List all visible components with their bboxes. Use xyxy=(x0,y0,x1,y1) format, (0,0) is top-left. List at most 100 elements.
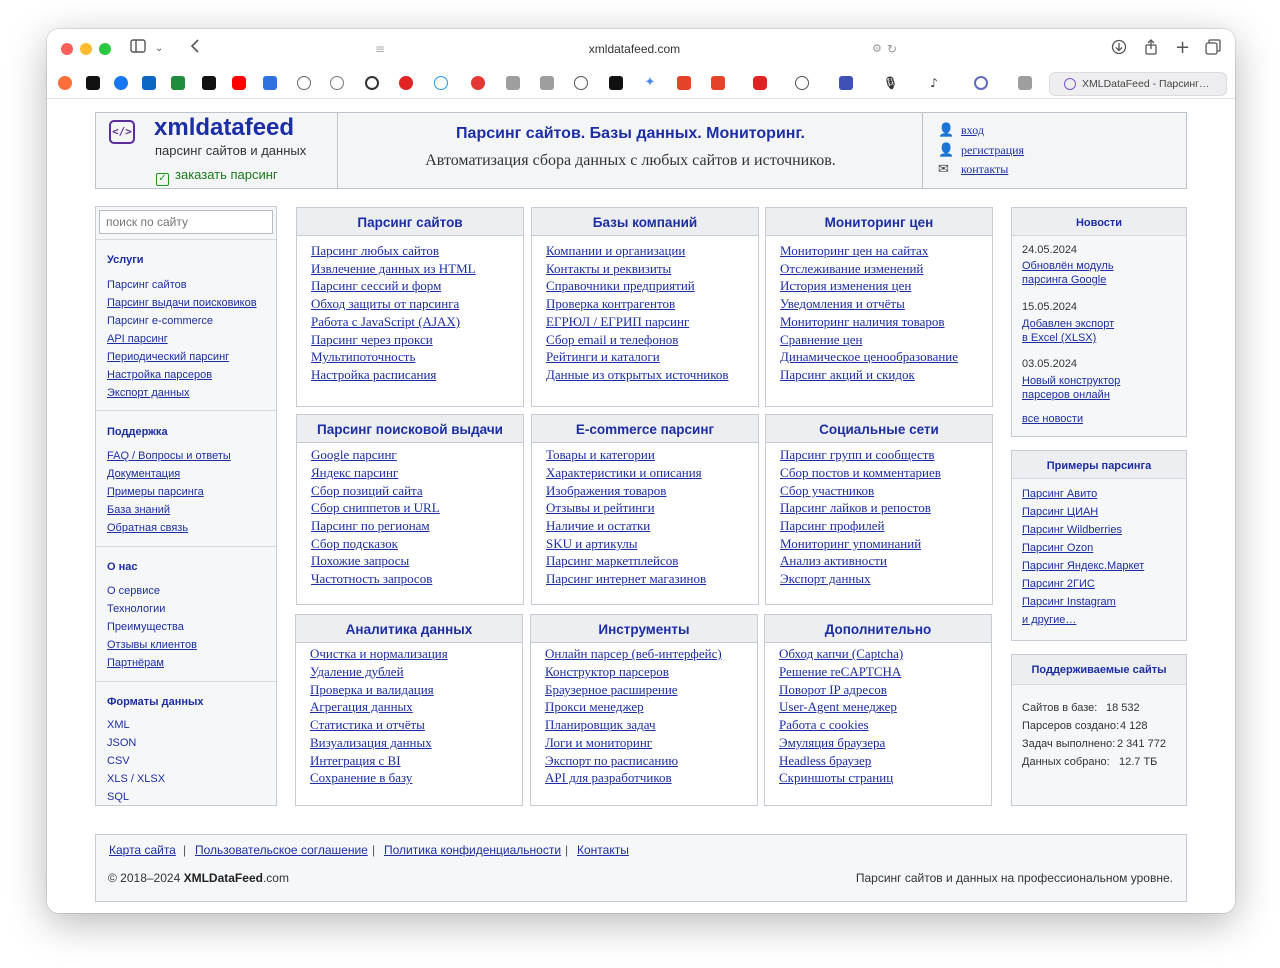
panel-link[interactable]: Проверка контрагентов xyxy=(546,296,675,312)
panel-link[interactable]: Скриншоты страниц xyxy=(779,770,893,786)
sidebar-item-ecommerce[interactable]: Парсинг e-commerce xyxy=(107,315,213,327)
example-link[interactable]: Парсинг Ozon xyxy=(1022,542,1093,554)
sparkle-favicon-icon[interactable]: ✦ xyxy=(643,76,657,90)
sidebar-item-faq[interactable]: FAQ / Вопросы и ответы xyxy=(107,450,231,462)
panel-link[interactable]: Отслеживание изменений xyxy=(780,261,923,277)
panel-link[interactable]: Настройка расписания xyxy=(311,367,436,383)
panel-link[interactable]: Обход капчи (Captcha) xyxy=(779,646,903,662)
footer-link-privacy[interactable]: Политика конфиденциальности xyxy=(384,843,561,857)
panel-link[interactable]: Парсинг лайков и репостов xyxy=(780,500,931,516)
panel-link[interactable]: Парсинг через прокси xyxy=(311,332,433,348)
settings-favicon-icon[interactable] xyxy=(297,76,311,90)
download-icon[interactable] xyxy=(1111,39,1127,61)
sidebar-item-docs[interactable]: Документация xyxy=(107,468,180,480)
panel-link[interactable]: Справочники предприятий xyxy=(546,278,695,294)
panel-link[interactable]: Эмуляция браузера xyxy=(779,735,885,751)
k-favicon-icon[interactable] xyxy=(609,76,623,90)
active-tab[interactable]: XMLDataFeed - Парсинг… xyxy=(1049,72,1227,96)
panel-link[interactable]: Анализ активности xyxy=(780,553,887,569)
panel-link[interactable]: Поворот IP адресов xyxy=(779,682,887,698)
sidebar-item-tech[interactable]: Технологии xyxy=(107,603,165,615)
music-favicon-icon[interactable]: ♪ xyxy=(927,76,941,90)
footer-link-contacts[interactable]: Контакты xyxy=(577,843,629,857)
sidebar-item-setup[interactable]: Настройка парсеров xyxy=(107,369,212,381)
site-name[interactable]: xmldatafeed xyxy=(154,114,294,142)
sidebar-item-advantages[interactable]: Преимущества xyxy=(107,621,184,633)
news-link[interactable]: Добавлен экспорт в Excel (XLSX) xyxy=(1022,317,1114,345)
example-link[interactable]: Парсинг 2ГИС xyxy=(1022,578,1095,590)
panel-link[interactable]: Парсинг маркетплейсов xyxy=(546,553,678,569)
linkedin-favicon-icon[interactable] xyxy=(142,76,156,90)
panel-link[interactable]: Сбор email и телефонов xyxy=(546,332,678,348)
panel-link[interactable]: Частотность запросов xyxy=(311,571,432,587)
globe-favicon-icon[interactable] xyxy=(974,76,988,90)
gray-favicon-icon[interactable] xyxy=(506,76,520,90)
panel-link[interactable]: Google парсинг xyxy=(311,447,397,463)
sidebar-item-periodic[interactable]: Периодический парсинг xyxy=(107,351,229,363)
sidebar-item-feedback[interactable]: Обратная связь xyxy=(107,522,188,534)
panel-link[interactable]: Данные из открытых источников xyxy=(546,367,729,383)
panel-link[interactable]: Визуализация данных xyxy=(310,735,432,751)
order-parsing-link[interactable]: ✓ заказать парсинг xyxy=(156,167,278,186)
minimize-window-button[interactable] xyxy=(80,43,92,55)
panel-link[interactable]: Яндекс парсинг xyxy=(311,465,398,481)
panel-link[interactable]: Сбор участников xyxy=(780,483,874,499)
new-tab-icon[interactable]: + xyxy=(1175,39,1190,57)
sidebar-item-json[interactable]: JSON xyxy=(107,737,136,749)
panel-link[interactable]: Парсинг любых сайтов xyxy=(311,243,439,259)
panel-link[interactable]: Сравнение цен xyxy=(780,332,862,348)
chevron-down-icon[interactable]: ⌄ xyxy=(155,39,163,59)
panel-link[interactable]: Сохранение в базу xyxy=(310,770,412,786)
panel-link[interactable]: Сбор позиций сайта xyxy=(311,483,423,499)
extension-icon[interactable]: ⚙ xyxy=(872,39,882,59)
code-logo-icon[interactable]: </> xyxy=(109,120,135,144)
youtube-favicon-2-icon[interactable] xyxy=(753,76,767,90)
panel-link[interactable]: Извлечение данных из HTML xyxy=(311,261,476,277)
panel-link[interactable]: Парсинг интернет магазинов xyxy=(546,571,706,587)
reload-icon[interactable]: ↻ xyxy=(887,39,897,59)
panel-link[interactable]: Отзывы и рейтинги xyxy=(546,500,655,516)
example-link[interactable]: Парсинг Яндекс.Маркет xyxy=(1022,560,1144,572)
gray-favicon-2-icon[interactable] xyxy=(540,76,554,90)
panel-link[interactable]: Сбор подсказок xyxy=(311,536,398,552)
maximize-window-button[interactable] xyxy=(99,43,111,55)
footer-link-terms[interactable]: Пользовательское соглашение xyxy=(195,843,368,857)
panel-link[interactable]: Логи и мониторинг xyxy=(545,735,652,751)
panel-link[interactable]: Наличие и остатки xyxy=(546,518,650,534)
sidebar-item-xml[interactable]: XML xyxy=(107,719,130,731)
panel-link[interactable]: Парсинг сессий и форм xyxy=(311,278,441,294)
sidebar-item-sql[interactable]: SQL xyxy=(107,791,129,803)
panel-link[interactable]: Рейтинги и каталоги xyxy=(546,349,660,365)
panel-link[interactable]: Похожие запросы xyxy=(311,553,409,569)
openai-favicon-icon[interactable] xyxy=(86,76,100,90)
sidebar-item-reviews[interactable]: Отзывы клиентов xyxy=(107,639,197,651)
sidebar-item-knowledge[interactable]: База знаний xyxy=(107,504,170,516)
site-search-input[interactable] xyxy=(99,210,273,234)
example-link[interactable]: Парсинг Авито xyxy=(1022,488,1097,500)
sidebar-item-search-parsing[interactable]: Парсинг выдачи поисковиков xyxy=(107,297,257,309)
sidebar-item-about[interactable]: О сервисе xyxy=(107,585,160,597)
x-favicon-icon[interactable] xyxy=(202,76,216,90)
sidebar-toggle-icon[interactable] xyxy=(130,39,146,59)
sidebar-item-export[interactable]: Экспорт данных xyxy=(107,387,189,399)
panel-link[interactable]: Работа с JavaScript (AJAX) xyxy=(311,314,460,330)
youtube-favicon-icon[interactable] xyxy=(232,76,246,90)
register-link[interactable]: 👤 регистрация xyxy=(938,143,1024,158)
panel-link[interactable]: ЕГРЮЛ / ЕГРИП парсинг xyxy=(546,314,689,330)
back-icon[interactable] xyxy=(190,39,200,59)
clock-favicon-icon[interactable] xyxy=(330,76,344,90)
panel-link[interactable]: История изменения цен xyxy=(780,278,911,294)
red-favicon-icon[interactable] xyxy=(399,76,413,90)
mask-favicon-icon[interactable] xyxy=(574,76,588,90)
panel-link[interactable]: Сбор постов и комментариев xyxy=(780,465,941,481)
panel-link[interactable]: Статистика и отчёты xyxy=(310,717,425,733)
panel-link[interactable]: Мониторинг наличия товаров xyxy=(780,314,945,330)
facebook-favicon-icon[interactable] xyxy=(114,76,128,90)
sidebar-item-csv[interactable]: CSV xyxy=(107,755,130,767)
panel-link[interactable]: Онлайн парсер (веб-интерфейс) xyxy=(545,646,722,662)
panel-link[interactable]: Работа с cookies xyxy=(779,717,869,733)
news-link[interactable]: Новый конструктор парсеров онлайн xyxy=(1022,374,1120,402)
close-window-button[interactable] xyxy=(61,43,73,55)
panel-link[interactable]: SKU и артикулы xyxy=(546,536,637,552)
panel-link[interactable]: Проверка и валидация xyxy=(310,682,434,698)
